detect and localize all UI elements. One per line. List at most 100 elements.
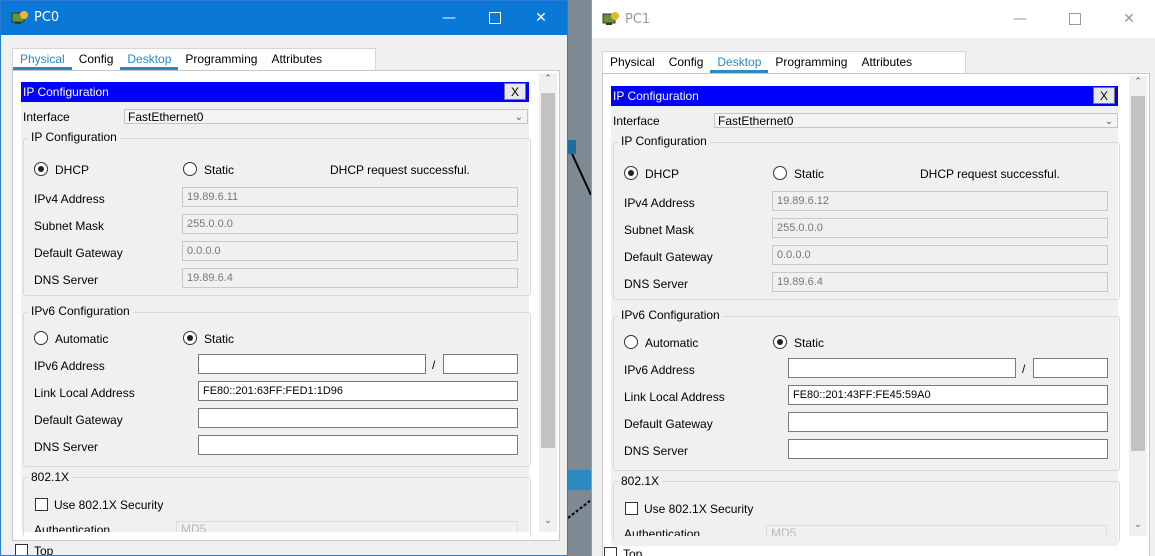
tab-config[interactable]: Config [662, 52, 711, 74]
static-radio[interactable] [183, 162, 197, 176]
pc1-titlebar[interactable]: PC1 — ✕ [592, 0, 1155, 38]
tab-physical[interactable]: Physical [13, 49, 72, 70]
chevron-down-icon: ⌄ [514, 112, 523, 123]
close-ip-config-button[interactable]: X [504, 83, 526, 100]
ipv6-dns-field[interactable] [198, 435, 518, 455]
maximize-button[interactable] [472, 1, 518, 35]
link-local-field[interactable]: FE80::201:43FF:FE45:59A0 [788, 385, 1108, 405]
tab-programming[interactable]: Programming [178, 49, 264, 71]
ipv4-address-label: IPv4 Address [34, 192, 105, 206]
interface-value: FastEthernet0 [718, 114, 794, 128]
auth-value: MD5 [771, 526, 797, 536]
scroll-down-icon[interactable]: ⌄ [539, 515, 557, 529]
pc-icon [11, 10, 29, 26]
ipv6-dns-field[interactable] [788, 439, 1108, 459]
close-icon: ✕ [535, 10, 547, 26]
close-button[interactable]: ✕ [518, 1, 564, 35]
ipv4-address-field[interactable]: 19.89.6.12 [772, 191, 1108, 211]
interface-select[interactable]: FastEthernet0 ⌄ [714, 113, 1118, 128]
maximize-button[interactable] [1052, 2, 1098, 36]
ipv6-group-title: IPv6 Configuration [28, 304, 133, 318]
close-ip-config-button[interactable]: X [1093, 87, 1115, 104]
prefix-slash: / [1022, 362, 1026, 376]
static-label: Static [204, 163, 235, 177]
dot1x-group-title: 802.1X [28, 470, 73, 484]
automatic-radio[interactable] [34, 331, 48, 345]
ipv6-address-field[interactable] [788, 358, 1016, 378]
auth-select[interactable]: MD5 [766, 525, 1107, 536]
auth-label: Authentication [34, 523, 111, 532]
automatic-radio[interactable] [624, 335, 638, 349]
ipv6-address-label: IPv6 Address [624, 363, 695, 377]
window-title: PC0 [34, 10, 60, 25]
ipv6-address-field[interactable] [198, 354, 426, 374]
tab-bar: Physical Config Desktop Programming Attr… [602, 51, 966, 74]
ipv6-dns-label: DNS Server [34, 440, 99, 454]
dhcp-status-text: DHCP request successful. [330, 163, 470, 177]
chevron-down-icon: ⌄ [1104, 116, 1113, 127]
auth-select[interactable]: MD5 [176, 521, 518, 532]
automatic-label: Automatic [645, 336, 699, 350]
dns-server-field[interactable]: 19.89.6.4 [182, 268, 518, 288]
interface-select[interactable]: FastEthernet0 ⌄ [124, 109, 528, 124]
dns-server-field[interactable]: 19.89.6.4 [772, 272, 1108, 292]
ipv6-gateway-field[interactable] [198, 408, 518, 428]
top-checkbox[interactable] [604, 547, 617, 556]
pc-icon [602, 11, 620, 27]
automatic-label: Automatic [55, 332, 109, 346]
tab-desktop[interactable]: Desktop [120, 49, 179, 70]
ipv4-address-field[interactable]: 19.89.6.11 [182, 187, 518, 207]
ipv6-prefix-field[interactable] [443, 354, 518, 374]
vertical-scrollbar[interactable]: ⌃ ⌄ [539, 73, 557, 532]
ipv6-gateway-label: Default Gateway [34, 413, 123, 427]
static-ipv6-radio[interactable] [773, 335, 787, 349]
static-radio[interactable] [773, 166, 787, 180]
default-gateway-field[interactable]: 0.0.0.0 [772, 245, 1108, 265]
ipv6-gateway-field[interactable] [788, 412, 1108, 432]
close-button[interactable]: ✕ [1106, 2, 1152, 36]
static-ipv6-radio[interactable] [183, 331, 197, 345]
link-local-field[interactable]: FE80::201:63FF:FED1:1D96 [198, 381, 518, 401]
window-title: PC1 [625, 12, 651, 27]
scroll-thumb[interactable] [541, 93, 555, 448]
scroll-down-icon[interactable]: ⌄ [1129, 519, 1147, 533]
dhcp-radio[interactable] [624, 166, 638, 180]
minimize-button[interactable]: — [997, 2, 1043, 36]
top-checkbox[interactable] [15, 544, 28, 555]
pc1-window: PC1 — ✕ Physical Config Desktop Programm… [591, 0, 1155, 556]
minimize-icon: — [442, 10, 456, 26]
scroll-up-icon[interactable]: ⌃ [539, 73, 557, 87]
pc0-titlebar[interactable]: PC0 — ✕ [1, 1, 567, 35]
close-icon: ✕ [1123, 11, 1135, 27]
ip-config-title: IP Configuration [613, 89, 699, 103]
default-gateway-field[interactable]: 0.0.0.0 [182, 241, 518, 261]
ipv4-group-title: IP Configuration [618, 134, 710, 148]
ip-config-header: IP Configuration X [611, 86, 1118, 106]
dhcp-label: DHCP [55, 163, 90, 177]
use-dot1x-checkbox[interactable] [35, 498, 48, 511]
tab-config[interactable]: Config [72, 49, 121, 71]
use-dot1x-checkbox[interactable] [625, 502, 638, 515]
scroll-thumb[interactable] [1131, 96, 1145, 451]
dns-server-label: DNS Server [624, 277, 689, 291]
ipv6-prefix-field[interactable] [1033, 358, 1108, 378]
ipv4-group-title: IP Configuration [28, 130, 120, 144]
minimize-button[interactable]: — [426, 1, 472, 35]
tab-attributes[interactable]: Attributes [264, 49, 329, 71]
dot1x-group-title: 802.1X [618, 474, 663, 488]
subnet-mask-field[interactable]: 255.0.0.0 [772, 218, 1108, 238]
top-label: Top [623, 547, 643, 556]
default-gateway-label: Default Gateway [34, 246, 123, 260]
tab-attributes[interactable]: Attributes [854, 52, 919, 74]
tab-programming[interactable]: Programming [768, 52, 854, 74]
tab-physical[interactable]: Physical [603, 52, 662, 74]
scroll-up-icon[interactable]: ⌃ [1129, 76, 1147, 90]
ipv6-address-label: IPv6 Address [34, 359, 105, 373]
subnet-mask-field[interactable]: 255.0.0.0 [182, 214, 518, 234]
interface-label: Interface [23, 110, 70, 124]
background-network-link [567, 140, 592, 200]
tab-desktop[interactable]: Desktop [710, 52, 769, 73]
vertical-scrollbar[interactable]: ⌃ ⌄ [1129, 76, 1147, 536]
use-dot1x-label: Use 802.1X Security [54, 498, 164, 512]
dhcp-radio[interactable] [34, 162, 48, 176]
